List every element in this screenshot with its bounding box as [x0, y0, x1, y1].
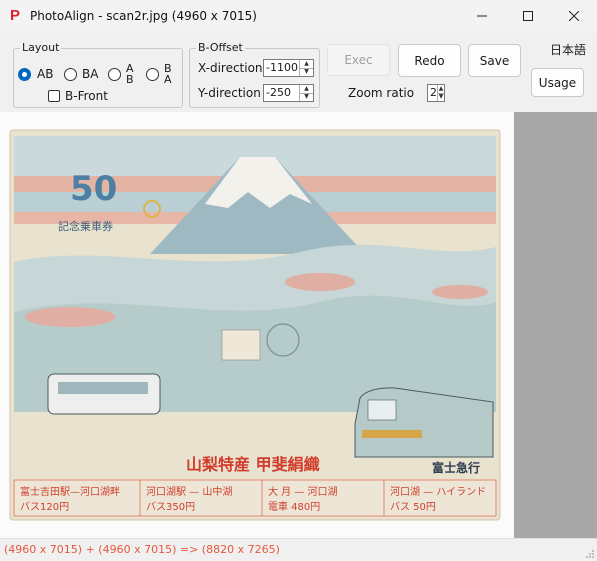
- y-offset-down-icon[interactable]: ▼: [300, 92, 313, 102]
- svg-text:富士急行: 富士急行: [432, 460, 480, 475]
- language-link[interactable]: 日本語: [550, 41, 586, 58]
- fare-cell-6: 河口湖 — ハイランド: [390, 486, 486, 498]
- radio-ab[interactable]: [18, 68, 31, 81]
- radio-ab-label: AB: [37, 67, 54, 81]
- x-offset-down-icon[interactable]: ▼: [300, 67, 313, 77]
- layout-group-label: Layout: [20, 41, 62, 54]
- radio-a-over-b[interactable]: [108, 68, 121, 81]
- fare-cell-1: バス120円: [20, 501, 69, 513]
- radio-ba-label: BA: [82, 67, 99, 81]
- zoom-up-icon[interactable]: ▲: [438, 85, 444, 93]
- status-bar: (4960 x 7015) + (4960 x 7015) => (8820 x…: [0, 538, 597, 561]
- b-front-checkbox[interactable]: [48, 90, 60, 102]
- x-offset-up-icon[interactable]: ▲: [300, 60, 313, 68]
- title-bar: P PhotoAlign - scan2r.jpg (4960 x 7015): [0, 0, 597, 32]
- close-button[interactable]: [551, 0, 597, 32]
- image-preview-area[interactable]: 山梨特産 甲斐絹織 富士急行 50 記念乗車券 富士吉田駅—河口湖畔 バス120…: [0, 112, 597, 538]
- minimize-button[interactable]: [459, 0, 505, 32]
- fare-cell-7: バス 50円: [390, 501, 436, 513]
- zoom-ratio-label: Zoom ratio: [348, 86, 415, 100]
- close-icon: [569, 11, 579, 21]
- y-direction-label: Y-direction: [198, 86, 261, 100]
- b-front-label: B-Front: [65, 89, 108, 103]
- save-button[interactable]: Save: [468, 44, 521, 77]
- svg-text:記念乗車券: 記念乗車券: [58, 219, 113, 233]
- radio-ba[interactable]: [64, 68, 77, 81]
- zoom-ratio-stepper[interactable]: 2 ▲ ▼: [427, 84, 445, 102]
- usage-button[interactable]: Usage: [531, 68, 584, 97]
- fare-cell-5: 電車 480円: [268, 500, 320, 513]
- fare-cell-3: バス350円: [146, 501, 195, 513]
- app-icon: P: [10, 7, 21, 24]
- maximize-button[interactable]: [505, 0, 551, 32]
- svg-text:50: 50: [70, 169, 117, 209]
- radio-b-over-a[interactable]: [146, 68, 159, 81]
- y-offset-up-icon[interactable]: ▲: [300, 85, 313, 93]
- redo-button[interactable]: Redo: [398, 44, 461, 77]
- offset-group-label: B-Offset: [196, 41, 245, 54]
- resize-grip-icon[interactable]: [585, 549, 595, 559]
- radio-b-over-a-label: B A: [164, 62, 172, 86]
- minimize-icon: [477, 15, 487, 17]
- status-text: (4960 x 7015) + (4960 x 7015) => (8820 x…: [4, 543, 280, 556]
- radio-a-over-b-label: A B: [126, 62, 134, 86]
- y-offset-stepper[interactable]: -250 ▲ ▼: [263, 84, 314, 102]
- exec-button[interactable]: Exec: [327, 44, 390, 76]
- zoom-ratio-value[interactable]: 2: [428, 85, 437, 101]
- x-direction-label: X-direction: [198, 61, 263, 75]
- x-offset-stepper[interactable]: -1100 ▲ ▼: [263, 59, 314, 77]
- fare-cell-2: 河口湖駅 — 山中湖: [146, 485, 232, 498]
- x-offset-value[interactable]: -1100: [264, 60, 299, 76]
- svg-text:山梨特産 甲斐絹織: 山梨特産 甲斐絹織: [186, 455, 320, 474]
- window-title: PhotoAlign - scan2r.jpg (4960 x 7015): [30, 9, 257, 23]
- fare-cell-0: 富士吉田駅—河口湖畔: [20, 485, 120, 498]
- y-offset-value[interactable]: -250: [264, 85, 299, 101]
- zoom-down-icon[interactable]: ▼: [438, 92, 444, 102]
- maximize-icon: [523, 11, 533, 21]
- scanned-ticket-image: 山梨特産 甲斐絹織 富士急行 50 記念乗車券 富士吉田駅—河口湖畔 バス120…: [0, 112, 514, 538]
- fare-cell-4: 大 月 — 河口湖: [268, 485, 338, 498]
